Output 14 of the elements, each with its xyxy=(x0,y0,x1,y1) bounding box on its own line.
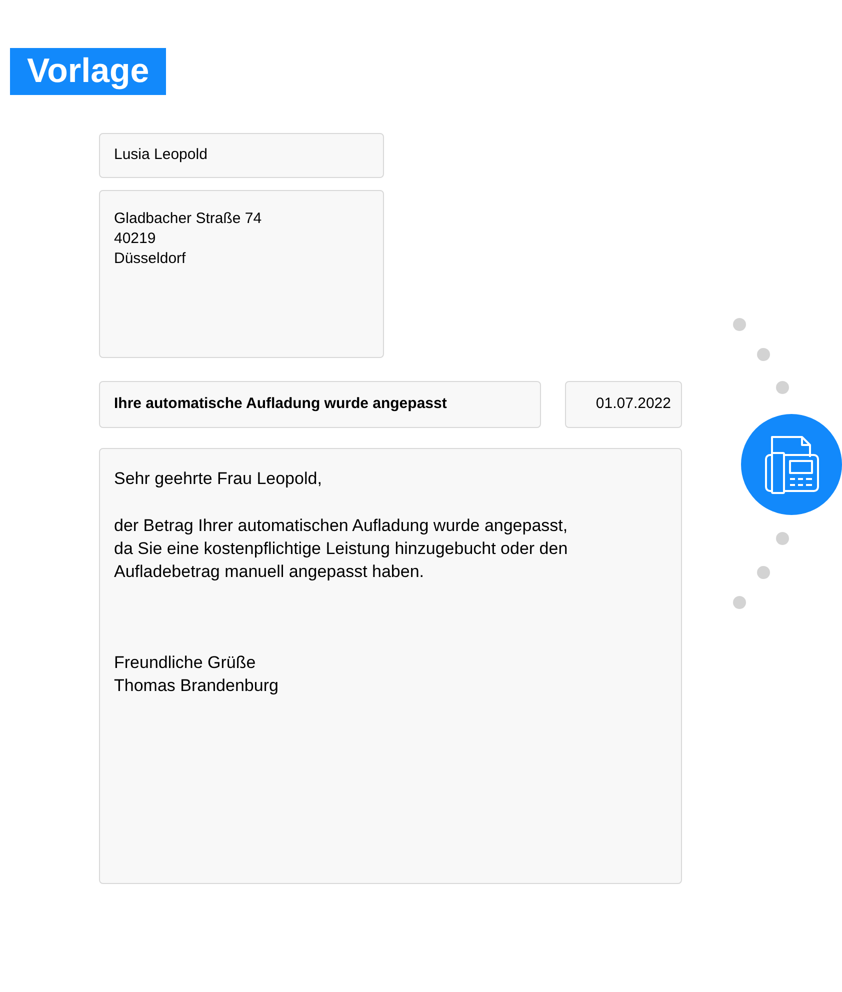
letter-text-line: Aufladebetrag manuell angepasst haben. xyxy=(114,561,424,583)
letter-text-line: Sehr geehrte Frau Leopold, xyxy=(114,468,322,490)
letter-text-line: der Betrag Ihrer automatischen Aufladung wurde angepasst, xyxy=(114,515,568,537)
address-line: Düsseldorf xyxy=(114,249,186,269)
letter-text-line: da Sie eine kostenpflichtige Leistung hinzugebucht oder den xyxy=(114,538,568,560)
letter-text-line: Freundliche Grüße xyxy=(114,652,256,674)
address-line: Gladbacher Straße 74 xyxy=(114,209,262,229)
subject-field: Ihre automatische Aufladung wurde angepasst xyxy=(99,381,541,428)
fax-icon xyxy=(764,434,820,494)
address-line: 40219 xyxy=(114,229,156,249)
page-heading: Vorlage xyxy=(10,48,166,95)
date-field: 01.07.2022 xyxy=(565,381,682,428)
letter-text-line: Thomas Brandenburg xyxy=(114,675,278,697)
name-field: Lusia Leopold xyxy=(99,133,384,178)
